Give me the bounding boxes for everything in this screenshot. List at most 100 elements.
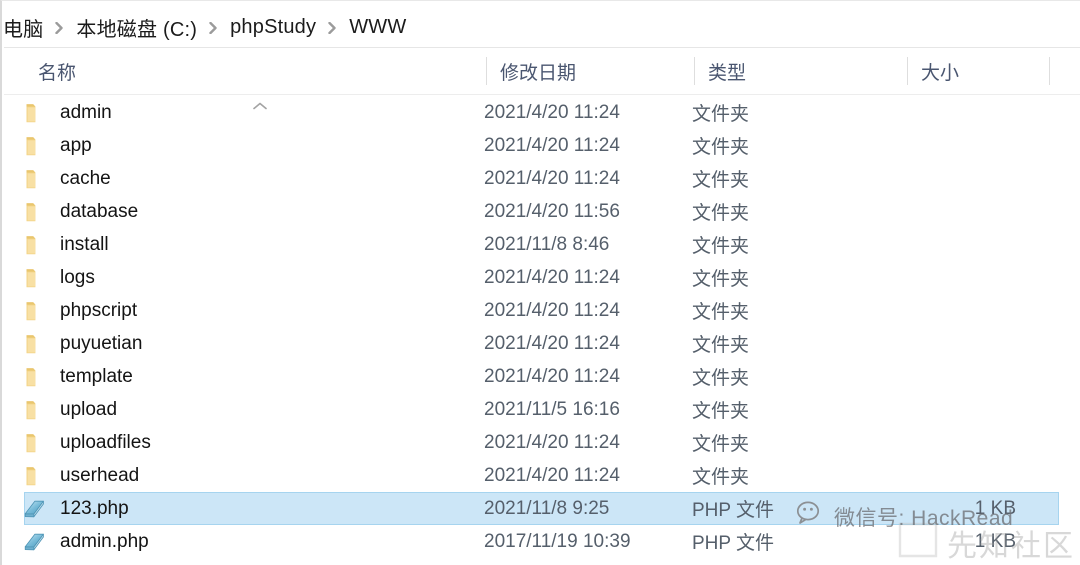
file-size-cell [905,459,1049,492]
file-size-label: 1 KB [974,530,1016,552]
file-type-label: 文件夹 [692,269,750,290]
column-header-name-label: 名称 [38,62,77,84]
file-date-cell: 2021/4/20 11:24 [484,360,692,393]
header-divider [4,94,1080,95]
file-type-cell: 文件夹 [692,96,905,129]
file-row[interactable]: database 2021/4/20 11:56 文件夹 [4,195,1080,228]
file-type-cell: PHP 文件 [692,525,905,558]
file-size-cell: 1 KB [905,492,1049,525]
file-type-cell: 文件夹 [692,426,905,459]
file-date-cell: 2021/4/20 11:24 [484,426,692,459]
file-date-cell: 2021/4/20 11:24 [484,459,692,492]
folder-icon [22,233,52,257]
file-row[interactable]: puyuetian 2021/4/20 11:24 文件夹 [4,327,1080,360]
column-header-row: 名称 修改日期 类型 大小 [4,48,1080,110]
breadcrumb-separator-icon [209,22,218,34]
file-type-label: 文件夹 [692,104,750,125]
file-type-label: 文件夹 [692,236,750,257]
file-date-cell: 2021/4/20 11:24 [484,162,692,195]
file-row[interactable]: template 2021/4/20 11:24 文件夹 [4,360,1080,393]
file-name-cell[interactable]: logs [22,261,484,294]
file-date-label: 2021/11/8 8:46 [484,233,610,255]
column-header-name[interactable]: 名称 [24,48,484,94]
file-name-cell[interactable]: template [22,360,484,393]
file-name-cell[interactable]: app [22,129,484,162]
column-divider[interactable] [1049,57,1050,85]
file-type-cell: 文件夹 [692,129,905,162]
file-date-cell: 2021/11/5 16:16 [484,393,692,426]
file-name-label: phpscript [60,299,138,321]
breadcrumb-separator-icon [328,22,337,34]
file-date-cell: 2021/4/20 11:24 [484,294,692,327]
file-name-cell[interactable]: 123.php [22,492,484,525]
file-row[interactable]: phpscript 2021/4/20 11:24 文件夹 [4,294,1080,327]
file-type-cell: 文件夹 [692,327,905,360]
breadcrumb-item-local-disk-c[interactable]: 本地磁盘 (C:) [73,12,200,43]
folder-icon [22,299,52,323]
file-size-cell [905,228,1049,261]
column-header-size[interactable]: 大小 [907,48,1049,94]
file-type-label: 文件夹 [692,368,750,389]
file-name-cell[interactable]: install [22,228,484,261]
file-row[interactable]: app 2021/4/20 11:24 文件夹 [4,129,1080,162]
file-row[interactable]: 123.php 2021/11/8 9:25 PHP 文件 1 KB [4,492,1080,525]
file-type-cell: 文件夹 [692,162,905,195]
file-date-label: 2021/4/20 11:24 [484,464,620,486]
file-type-cell: 文件夹 [692,261,905,294]
file-name-label: database [60,200,139,222]
file-type-cell: 文件夹 [692,195,905,228]
file-date-label: 2021/4/20 11:24 [484,365,620,387]
folder-icon [22,332,52,356]
breadcrumb-item-phpstudy[interactable]: phpStudy [227,15,319,40]
file-name-cell[interactable]: cache [22,162,484,195]
file-name-cell[interactable]: upload [22,393,484,426]
file-row[interactable]: uploadfiles 2021/4/20 11:24 文件夹 [4,426,1080,459]
file-name-label: userhead [60,464,140,486]
file-size-cell [905,129,1049,162]
breadcrumb-item-www[interactable]: WWW [346,15,409,40]
file-size-cell [905,393,1049,426]
file-name-cell[interactable]: admin [22,96,484,129]
file-name-cell[interactable]: database [22,195,484,228]
file-type-label: 文件夹 [692,401,750,422]
file-size-cell [905,261,1049,294]
file-name-label: cache [60,167,111,189]
file-type-cell: 文件夹 [692,459,905,492]
column-header-date-label: 修改日期 [500,62,577,84]
folder-icon [22,167,52,191]
file-row[interactable]: userhead 2021/4/20 11:24 文件夹 [4,459,1080,492]
breadcrumb-item-computer[interactable]: 电脑 [0,12,46,43]
file-name-cell[interactable]: userhead [22,459,484,492]
file-name-label: template [60,365,133,387]
file-name-cell[interactable]: phpscript [22,294,484,327]
file-name-cell[interactable]: puyuetian [22,327,484,360]
file-row[interactable]: upload 2021/11/5 16:16 文件夹 [4,393,1080,426]
file-size-cell [905,360,1049,393]
file-date-label: 2021/4/20 11:24 [484,167,620,189]
file-row[interactable]: logs 2021/4/20 11:24 文件夹 [4,261,1080,294]
file-row[interactable]: admin 2021/4/20 11:24 文件夹 [4,96,1080,129]
folder-icon [22,200,52,224]
file-name-cell[interactable]: uploadfiles [22,426,484,459]
file-size-cell [905,162,1049,195]
file-date-label: 2021/4/20 11:24 [484,266,620,288]
folder-icon [22,431,52,455]
file-name-label: puyuetian [60,332,143,354]
file-date-cell: 2021/4/20 11:24 [484,96,692,129]
file-name-label: upload [60,398,118,420]
column-header-date-modified[interactable]: 修改日期 [486,48,694,94]
file-size-cell [905,195,1049,228]
file-date-label: 2021/4/20 11:24 [484,431,620,453]
file-name-cell[interactable]: admin.php [22,525,484,558]
column-header-type[interactable]: 类型 [694,48,907,94]
file-row[interactable]: cache 2021/4/20 11:24 文件夹 [4,162,1080,195]
file-date-label: 2021/4/20 11:24 [484,101,620,123]
file-row[interactable]: install 2021/11/8 8:46 文件夹 [4,228,1080,261]
file-size-label: 1 KB [974,497,1016,519]
file-row[interactable]: admin.php 2017/11/19 10:39 PHP 文件 1 KB [4,525,1080,558]
file-type-label: 文件夹 [692,203,750,224]
file-list: admin 2021/4/20 11:24 文件夹 app 2021/4/20 11:2… [4,96,1080,565]
file-name-label: install [60,233,109,255]
file-type-label: 文件夹 [692,335,750,356]
file-date-label: 2021/4/20 11:24 [484,134,620,156]
